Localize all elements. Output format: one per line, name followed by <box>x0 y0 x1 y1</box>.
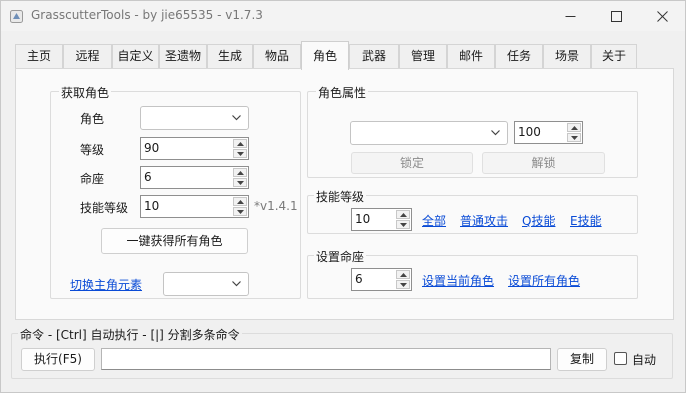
tab-quest[interactable]: 任务 <box>495 44 543 69</box>
get-character-title: 获取角色 <box>59 84 112 101</box>
auto-execute-checkbox[interactable] <box>614 352 627 365</box>
minimize-icon <box>565 15 575 17</box>
arrow-down-icon <box>399 282 407 287</box>
skill-down-button[interactable] <box>396 220 410 229</box>
app-window: GrasscutterTools - by jie65535 - v1.7.3 … <box>0 0 686 393</box>
character-select[interactable] <box>140 106 249 130</box>
constellation-down-button[interactable] <box>233 178 247 187</box>
skill-level-up-button[interactable] <box>233 197 247 206</box>
arrow-down-icon <box>236 180 244 185</box>
arrow-up-icon <box>236 141 244 146</box>
tab-home[interactable]: 主页 <box>15 44 63 69</box>
skill-level-label: 技能等级 <box>80 201 129 215</box>
skill-level-stepper[interactable]: 10 <box>140 195 249 218</box>
skill-level-down-button[interactable] <box>233 207 247 216</box>
arrow-down-icon <box>236 209 244 214</box>
amount-down-button[interactable] <box>567 133 581 142</box>
lock-button[interactable]: 锁定 <box>351 152 473 174</box>
set-constellation-group: 设置命座 6 设置当前角色 设置所有角色 <box>307 248 638 299</box>
title-bar: GrasscutterTools - by jie65535 - v1.7.3 <box>1 1 685 31</box>
level-value: 90 <box>144 141 160 155</box>
tab-mail[interactable]: 邮件 <box>447 44 495 69</box>
skill-level-group: 技能等级 10 全部 普通攻击 Q技能 E技能 <box>307 188 638 234</box>
tab-weapon[interactable]: 武器 <box>349 44 399 69</box>
constellation-label: 命座 <box>80 172 105 186</box>
attribute-amount-stepper[interactable]: 100 <box>514 121 583 144</box>
command-group: 命令 - [Ctrl] 自动执行 - [|] 分割多条命令 执行(F5) 复制 … <box>11 326 673 379</box>
tab-spawn[interactable]: 生成 <box>207 44 253 69</box>
tab-scene[interactable]: 场景 <box>543 44 591 69</box>
skill-level-version-note: *v1.4.1 <box>254 199 298 213</box>
skill-level-value: 10 <box>144 199 160 213</box>
chevron-down-icon <box>232 281 241 287</box>
arrow-up-icon <box>399 272 407 277</box>
arrow-up-icon <box>236 199 244 204</box>
character-attrs-group: 角色属性 100 锁定 解锁 <box>307 84 638 178</box>
tab-items[interactable]: 物品 <box>253 44 301 69</box>
copy-button[interactable]: 复制 <box>557 348 607 371</box>
command-input[interactable] <box>101 348 551 370</box>
set-constellation-title: 设置命座 <box>314 248 367 265</box>
set-constellation-up-button[interactable] <box>396 270 410 279</box>
skill-e-link[interactable]: E技能 <box>570 212 602 229</box>
character-label: 角色 <box>80 112 105 126</box>
command-title: 命令 - [Ctrl] 自动执行 - [|] 分割多条命令 <box>18 326 242 343</box>
window-title: GrasscutterTools - by jie65535 - v1.7.3 <box>31 8 263 22</box>
close-icon <box>656 10 668 22</box>
set-current-character-link[interactable]: 设置当前角色 <box>422 272 494 289</box>
arrow-down-icon <box>236 151 244 156</box>
set-constellation-stepper[interactable]: 6 <box>351 268 412 291</box>
chevron-down-icon <box>232 115 241 121</box>
execute-button[interactable]: 执行(F5) <box>21 348 95 371</box>
tab-custom[interactable]: 自定义 <box>112 44 159 69</box>
skill-normal-attack-link[interactable]: 普通攻击 <box>460 212 508 229</box>
skill-up-button[interactable] <box>396 210 410 219</box>
unlock-button[interactable]: 解锁 <box>482 152 605 174</box>
skill-level-group-title: 技能等级 <box>314 188 367 205</box>
constellation-value: 6 <box>144 170 152 184</box>
app-icon <box>10 10 23 23</box>
close-button[interactable] <box>639 1 685 31</box>
minimize-button[interactable] <box>547 1 593 31</box>
chevron-down-icon <box>491 130 500 136</box>
skill-level-all-stepper[interactable]: 10 <box>351 208 412 231</box>
skill-all-link[interactable]: 全部 <box>422 212 446 229</box>
tab-remote[interactable]: 远程 <box>63 44 112 69</box>
set-constellation-value: 6 <box>355 272 363 286</box>
arrow-up-icon <box>399 212 407 217</box>
attribute-amount-value: 100 <box>518 125 541 139</box>
skill-level-all-value: 10 <box>355 212 371 226</box>
arrow-up-icon <box>236 170 244 175</box>
tab-manage[interactable]: 管理 <box>399 44 447 69</box>
arrow-down-icon <box>399 222 407 227</box>
arrow-up-icon <box>570 125 578 130</box>
attribute-select[interactable] <box>350 121 508 145</box>
character-tab-panel: 获取角色 角色 等级 90 命座 6 技能等级 10 *v1.4.1 一键获得所… <box>15 68 674 320</box>
level-up-button[interactable] <box>233 139 247 148</box>
get-character-group: 获取角色 角色 等级 90 命座 6 技能等级 10 *v1.4.1 一键获得所… <box>50 84 301 299</box>
constellation-stepper[interactable]: 6 <box>140 166 249 189</box>
switch-element-link[interactable]: 切换主角元素 <box>70 276 142 293</box>
set-all-characters-link[interactable]: 设置所有角色 <box>508 272 580 289</box>
skill-q-link[interactable]: Q技能 <box>522 212 555 229</box>
auto-execute-label: 自动 <box>632 353 657 367</box>
maximize-button[interactable] <box>593 1 639 31</box>
level-label: 等级 <box>80 143 105 157</box>
level-stepper[interactable]: 90 <box>140 137 249 160</box>
element-select[interactable] <box>163 272 249 296</box>
arrow-down-icon <box>570 135 578 140</box>
tab-about[interactable]: 关于 <box>591 44 637 69</box>
get-all-characters-button[interactable]: 一键获得所有角色 <box>101 228 248 254</box>
maximize-icon <box>610 10 622 22</box>
constellation-up-button[interactable] <box>233 168 247 177</box>
tab-character[interactable]: 角色 <box>301 41 349 70</box>
amount-up-button[interactable] <box>567 123 581 132</box>
tab-artifact[interactable]: 圣遗物 <box>159 44 207 69</box>
set-constellation-down-button[interactable] <box>396 280 410 289</box>
level-down-button[interactable] <box>233 149 247 158</box>
character-attrs-title: 角色属性 <box>316 84 369 101</box>
